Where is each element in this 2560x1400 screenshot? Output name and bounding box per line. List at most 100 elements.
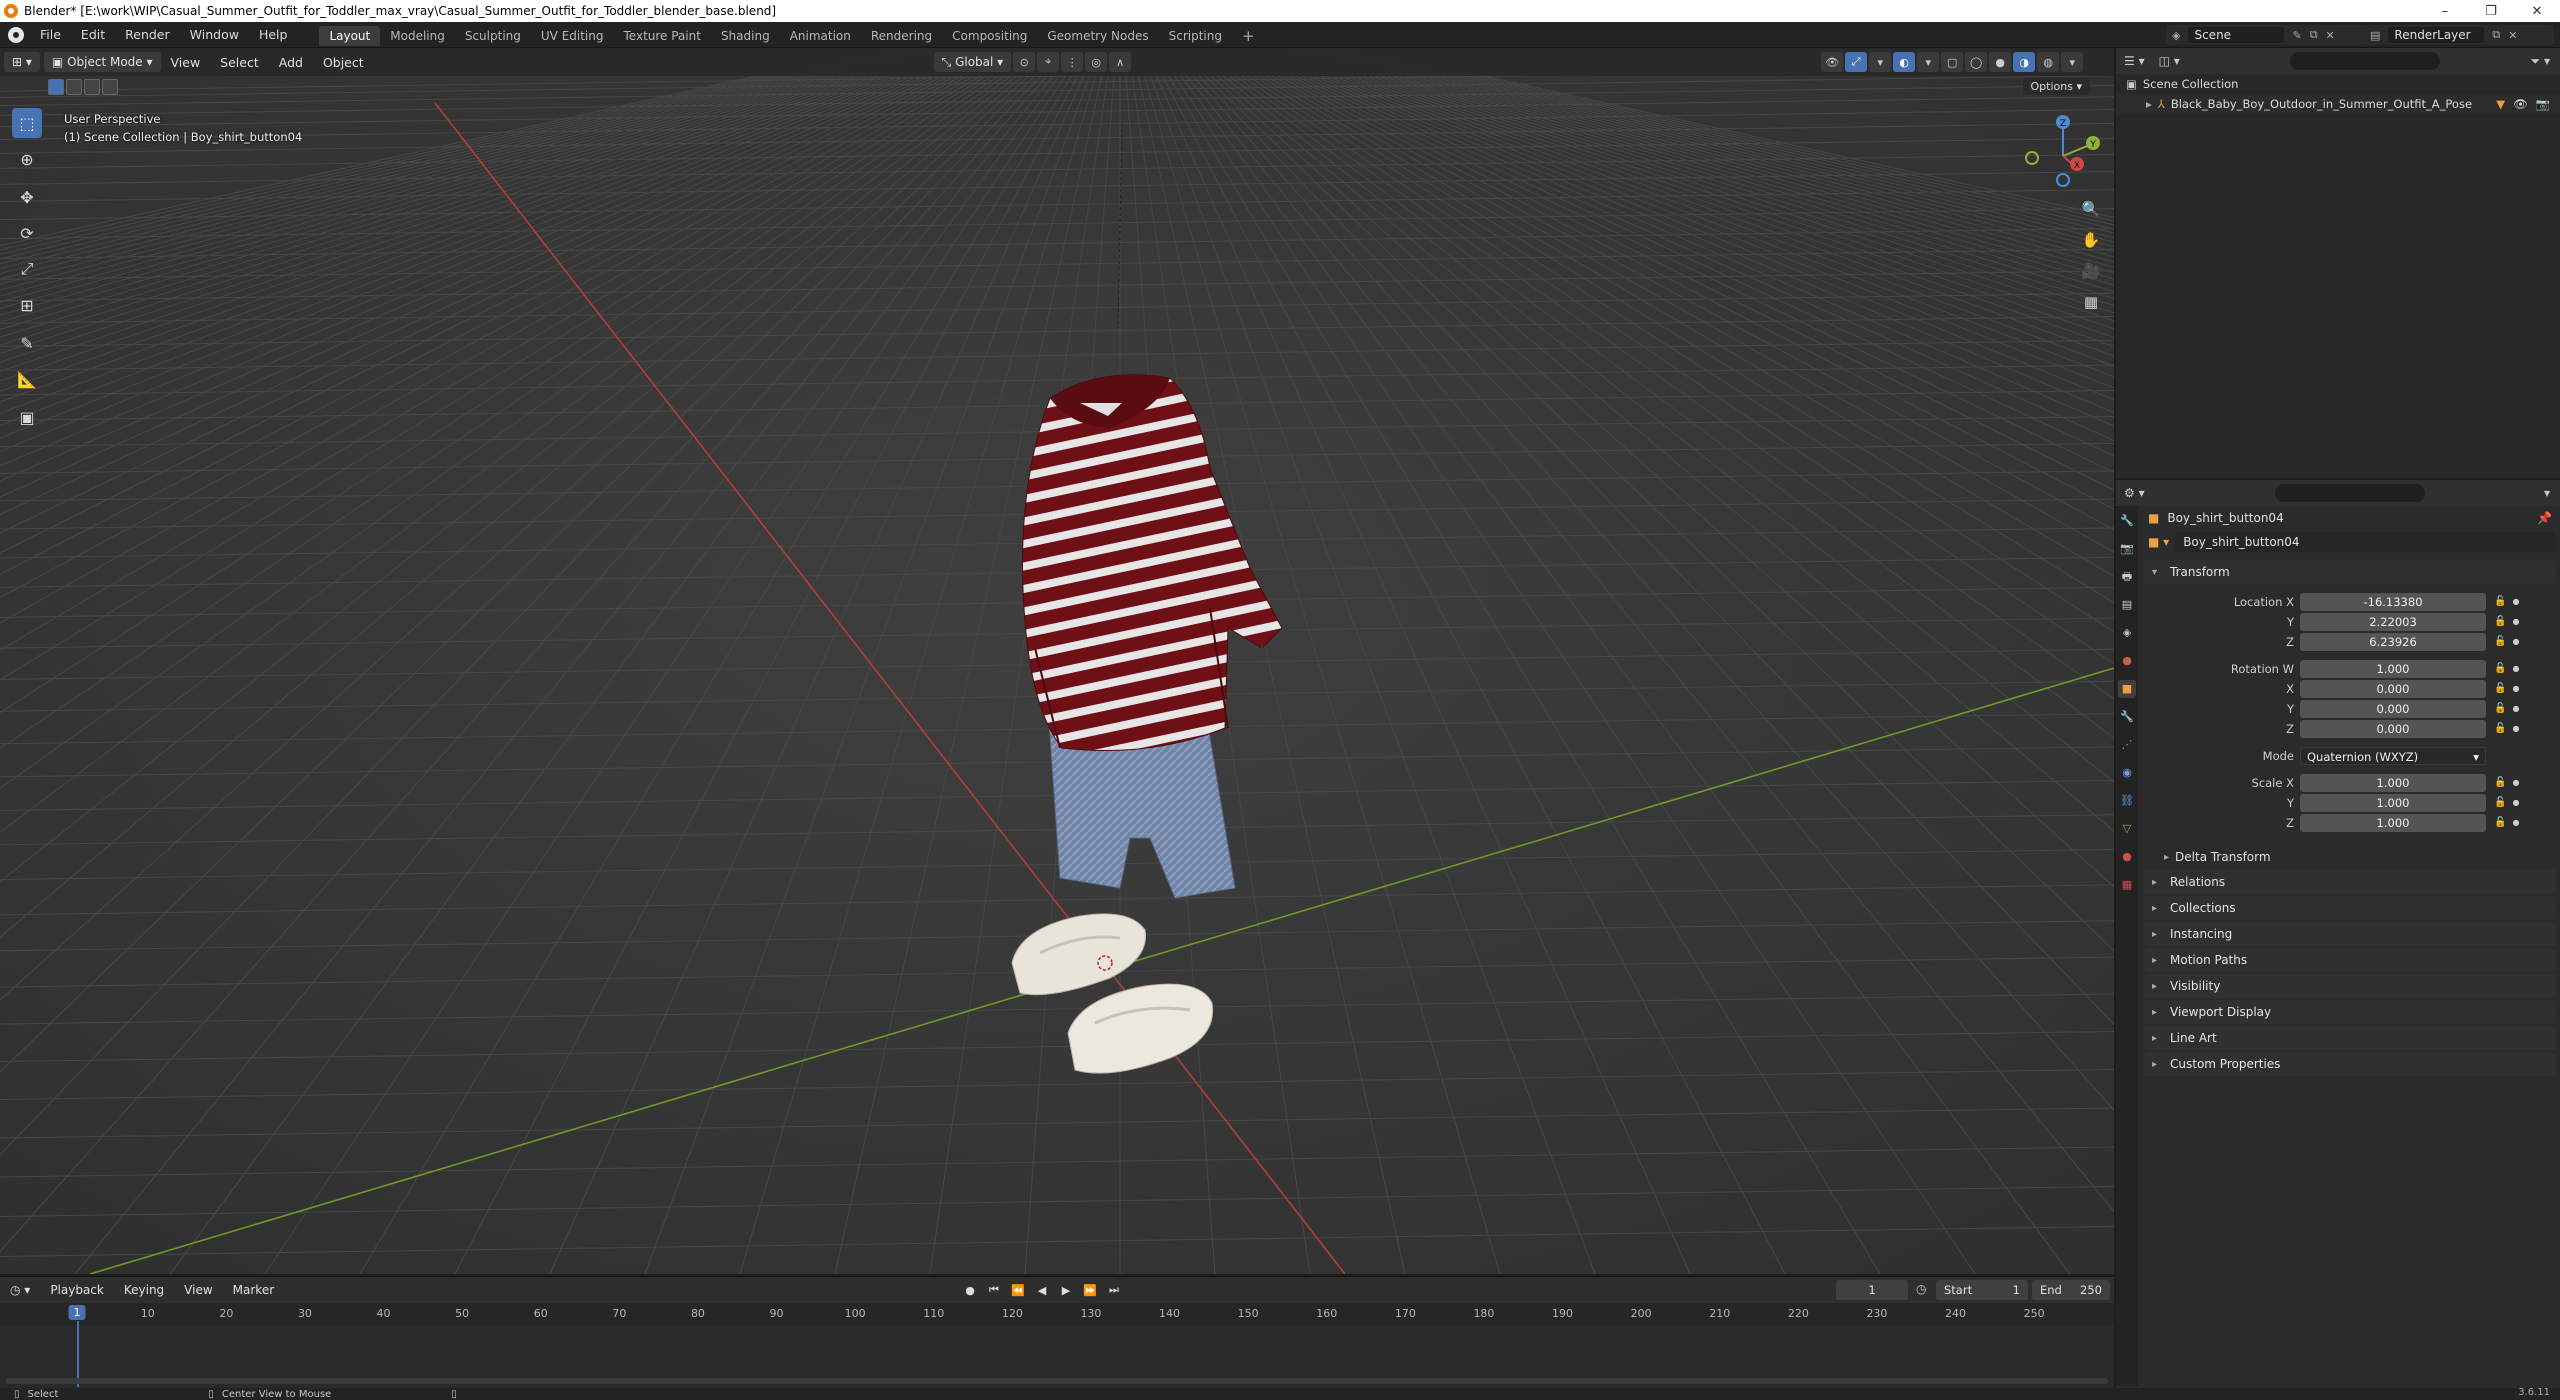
display-mode-icon[interactable]: ◫ ▾	[2159, 54, 2180, 68]
lock-rotation-y-icon[interactable]: 🔓	[2494, 703, 2506, 714]
transform-orientation-dropdown[interactable]: ⤡ Global ▾	[933, 52, 1012, 72]
rendered-shading-icon[interactable]: ◍	[2037, 52, 2060, 72]
pan-hand-icon[interactable]: ✋	[2078, 227, 2104, 253]
show-gizmo-icon[interactable]: ⤢	[1845, 52, 1868, 72]
delete-scene-icon[interactable]: ✕	[2326, 29, 2335, 42]
move-tool-icon[interactable]: ✥	[12, 182, 42, 212]
jump-keyframe-forward-icon[interactable]: ⏩	[1080, 1280, 1100, 1300]
play-reverse-icon[interactable]: ◀	[1032, 1280, 1052, 1300]
current-frame-field[interactable]: 1	[1836, 1280, 1908, 1300]
editor-type-button[interactable]: ⊞ ▾	[4, 52, 40, 72]
viewport-menu-view[interactable]: View	[161, 55, 211, 70]
view-layer-selector[interactable]: ▤ RenderLayer ⧉ ✕	[2364, 25, 2554, 45]
scene-selector[interactable]: ◈ Scene ✎ ⧉ ✕	[2166, 25, 2366, 45]
keyframe-dot-icon[interactable]: ●	[2512, 724, 2519, 733]
properties-options-icon[interactable]: ▾	[2544, 486, 2550, 500]
lock-rotation-z-icon[interactable]: 🔓	[2494, 723, 2506, 734]
rotation-z-field[interactable]: 0.000	[2300, 719, 2486, 738]
proportional-edit-icon[interactable]: ◎	[1085, 52, 1108, 72]
outliner-search-input[interactable]	[2289, 52, 2440, 70]
scale-tool-icon[interactable]: ⤢	[12, 254, 42, 284]
visibility-filter-icon[interactable]: 👁	[1821, 52, 1844, 72]
record-icon[interactable]: ●	[960, 1280, 980, 1300]
panel-relations[interactable]: ▸ Relations	[2144, 870, 2556, 894]
select-subtract-icon[interactable]	[84, 79, 100, 95]
keyframe-dot-icon[interactable]: ●	[2512, 704, 2519, 713]
zoom-icon[interactable]: 🔍	[2078, 196, 2104, 222]
timeline-editor-type-icon[interactable]: ◷ ▾	[0, 1283, 40, 1297]
transform-panel-header[interactable]: ▾ Transform	[2144, 560, 2556, 584]
outliner-editor-type-icon[interactable]: ☰ ▾	[2124, 54, 2145, 68]
lock-rotation-w-icon[interactable]: 🔓	[2494, 663, 2506, 674]
texture-tab-icon[interactable]: ▦	[2118, 876, 2136, 894]
annotate-tool-icon[interactable]: ✎	[12, 328, 42, 358]
properties-search-input[interactable]	[2274, 484, 2425, 502]
outliner[interactable]: ☰ ▾ ◫ ▾ ⏷ ▾ ▣ Scene Collection ▸ ⅄ Black…	[2116, 48, 2560, 478]
tab-rendering[interactable]: Rendering	[861, 26, 942, 46]
expand-arrow-icon[interactable]: ▸	[2146, 97, 2152, 111]
keyframe-dot-icon[interactable]: ●	[2512, 798, 2519, 807]
properties-editor-type-icon[interactable]: ⚙ ▾	[2124, 486, 2145, 500]
tab-compositing[interactable]: Compositing	[942, 26, 1037, 46]
perspective-toggle-icon[interactable]: ▦	[2078, 289, 2104, 315]
playhead-frame-label[interactable]: 1	[68, 1305, 86, 1320]
wireframe-shading-icon[interactable]: ◯	[1965, 52, 1988, 72]
location-x-field[interactable]: -16.13380	[2300, 592, 2486, 611]
tab-sculpting[interactable]: Sculpting	[455, 26, 531, 46]
timeline-menu-marker[interactable]: Marker	[223, 1283, 284, 1297]
keyframe-dot-icon[interactable]: ●	[2512, 664, 2519, 673]
solid-shading-icon[interactable]: ●	[1989, 52, 2012, 72]
keyframe-dot-icon[interactable]: ●	[2512, 597, 2519, 606]
render-camera-icon[interactable]: 📷	[2536, 97, 2550, 111]
constraints-tab-icon[interactable]: ⛓	[2118, 792, 2136, 810]
end-frame-field[interactable]: End 250	[2032, 1280, 2110, 1300]
menu-edit[interactable]: Edit	[71, 22, 115, 48]
modifiers-tab-icon[interactable]: 🔧	[2118, 708, 2136, 726]
lock-scale-y-icon[interactable]: 🔓	[2494, 797, 2506, 808]
render-tab-icon[interactable]: 📷	[2118, 540, 2136, 558]
panel-viewport-display[interactable]: ▸ Viewport Display	[2144, 1000, 2556, 1024]
keyframe-dot-icon[interactable]: ●	[2512, 684, 2519, 693]
lock-scale-x-icon[interactable]: 🔓	[2494, 777, 2506, 788]
rotation-x-field[interactable]: 0.000	[2300, 679, 2486, 698]
world-tab-icon[interactable]: ●	[2118, 652, 2136, 670]
cursor-tool-icon[interactable]: ⊕	[12, 144, 42, 174]
menu-window[interactable]: Window	[180, 22, 249, 48]
outliner-row-armature[interactable]: ▸ ⅄ Black_Baby_Boy_Outdoor_in_Summer_Out…	[2116, 94, 2560, 114]
menu-file[interactable]: File	[30, 22, 71, 48]
timeline-menu-playback[interactable]: Playback	[40, 1283, 114, 1297]
select-intersect-icon[interactable]	[102, 79, 118, 95]
timeline-menu-keying[interactable]: Keying	[114, 1283, 174, 1297]
viewport-menu-select[interactable]: Select	[210, 55, 269, 70]
material-tab-icon[interactable]: ●	[2118, 848, 2136, 866]
3d-viewport[interactable]: Z Y X ⊞ ▾ ▣ Object Mode ▾ View Select Ad…	[0, 48, 2114, 1274]
select-extend-icon[interactable]	[66, 79, 82, 95]
minimize-button[interactable]: –	[2422, 0, 2468, 22]
filter-icon[interactable]: ⏷ ▾	[2531, 54, 2550, 69]
keyframe-dot-icon[interactable]: ●	[2512, 637, 2519, 646]
outliner-row-scene-collection[interactable]: ▣ Scene Collection	[2116, 74, 2560, 94]
keyframe-dot-icon[interactable]: ●	[2512, 818, 2519, 827]
panel-line-art[interactable]: ▸ Line Art	[2144, 1026, 2556, 1050]
tool-tab-icon[interactable]: 🔧	[2118, 512, 2136, 530]
object-mode-dropdown[interactable]: ▣ Object Mode ▾	[43, 52, 161, 72]
panel-collections[interactable]: ▸ Collections	[2144, 896, 2556, 920]
output-tab-icon[interactable]: 🖶	[2118, 568, 2136, 586]
object-tab-icon[interactable]: ■	[2118, 680, 2136, 698]
transform-tool-icon[interactable]: ⊞	[12, 290, 42, 320]
timeline-menu-view[interactable]: View	[174, 1283, 222, 1297]
shading-dropdown-icon[interactable]: ▾	[2061, 52, 2084, 72]
tab-modeling[interactable]: Modeling	[380, 26, 455, 46]
timeline-editor[interactable]: ◷ ▾ Playback Keying View Marker ● ⏮ ⏪ ◀ …	[0, 1276, 2114, 1388]
tab-geometry-nodes[interactable]: Geometry Nodes	[1037, 26, 1158, 46]
keyframe-dot-icon[interactable]: ●	[2512, 778, 2519, 787]
timeline-scrollbar[interactable]	[6, 1378, 2108, 1384]
blender-logo-icon[interactable]	[8, 26, 24, 43]
rotation-w-field[interactable]: 1.000	[2300, 659, 2486, 678]
select-box-tool-icon[interactable]: ⬚	[12, 108, 42, 138]
particles-tab-icon[interactable]: ⋰	[2118, 736, 2136, 754]
add-workspace-button[interactable]: +	[1232, 26, 1265, 46]
jump-start-icon[interactable]: ⏮	[984, 1280, 1004, 1300]
scale-x-field[interactable]: 1.000	[2300, 773, 2486, 792]
lock-location-z-icon[interactable]: 🔓	[2494, 636, 2506, 647]
